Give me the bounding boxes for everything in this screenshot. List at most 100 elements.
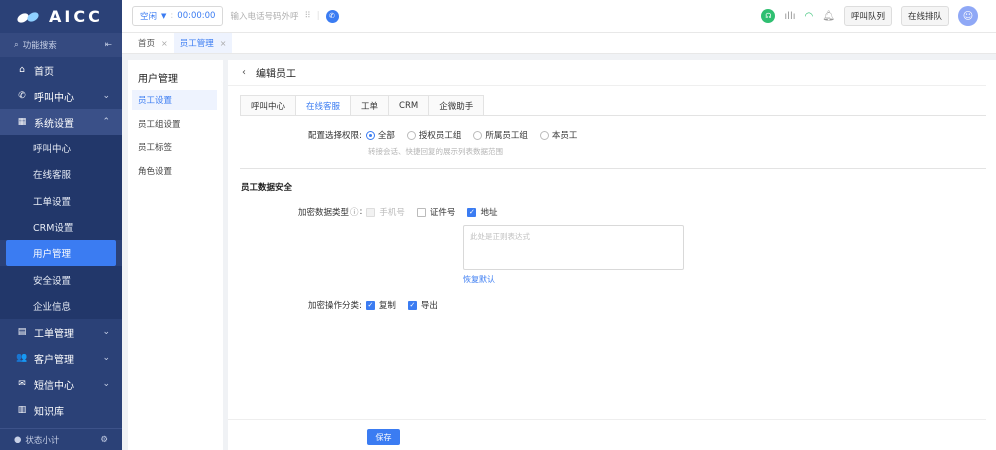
radio-self[interactable]: 本员工 — [539, 129, 577, 141]
status-dot-icon: ● — [14, 434, 22, 445]
menu-system-settings[interactable]: ▦ 系统设置 ⌃ — [0, 109, 122, 135]
headset-icon[interactable]: ☊ — [761, 9, 776, 23]
close-icon[interactable]: × — [220, 39, 227, 48]
dial-call-icon[interactable]: ✆ — [325, 9, 339, 23]
tabs-divider — [240, 115, 986, 116]
subnav-item-staff-tags[interactable]: 员工标签 — [128, 137, 223, 157]
dial-input[interactable]: 输入电话号码外呼 ⠿ | ✆ — [230, 6, 339, 26]
tab-crm[interactable]: CRM — [388, 95, 430, 116]
checkbox-address[interactable]: ✓ 地址 — [467, 206, 497, 218]
sub-item-online-service[interactable]: 在线客服 — [0, 161, 122, 188]
chevron-up-icon: ⌃ — [102, 117, 110, 127]
checkbox-copy[interactable]: ✓ 复制 — [365, 299, 396, 311]
menu-ticket-management-label: 工单管理 — [34, 328, 74, 340]
function-search-label: 功能搜索 — [22, 41, 57, 51]
chevron-down-icon: ⌄ — [102, 91, 110, 101]
subnav-item-staff-group-settings[interactable]: 员工组设置 — [128, 114, 223, 134]
menu-customer-management[interactable]: 👥 客户管理 ⌄ — [0, 345, 122, 371]
agent-status-select[interactable]: 空闲 ▼ : 00:00:00 — [132, 6, 224, 26]
status-summary[interactable]: ● 状态小计 ⚙ — [0, 428, 122, 450]
menu-ticket-management[interactable]: ▤ 工单管理 ⌄ — [0, 319, 122, 345]
tab-wecom-assistant[interactable]: 企微助手 — [428, 95, 485, 116]
agent-status-value: 空闲 — [140, 12, 158, 22]
keypad-icon[interactable]: ⠿ — [304, 11, 310, 21]
radio-all-label: 全部 — [377, 131, 395, 141]
section-title: 员工数据安全 — [241, 183, 293, 193]
home-icon: ⌂ — [19, 65, 25, 75]
radio-all[interactable]: 全部 — [365, 129, 395, 141]
collapse-toggle-icon[interactable]: ⇤ — [105, 40, 112, 50]
info-icon: ⓘ — [350, 208, 359, 218]
menu-sms-center[interactable]: ✉ 短信中心 ⌄ — [0, 371, 122, 397]
radio-authorized-group-dot — [406, 130, 416, 140]
gear-icon[interactable]: ⚙ — [100, 435, 108, 445]
sub-item-crm-settings[interactable]: CRM设置 — [0, 213, 122, 241]
call-queue-button[interactable]: 呼叫队列 — [843, 6, 892, 26]
chevron-down-icon: ⌄ — [102, 379, 110, 390]
edit-staff-panel: ‹ 编辑员工 呼叫中心 在线客服 工单 CRM 企微助手 配置选择权限: 全部 … — [228, 60, 996, 450]
subnav-item-role-settings[interactable]: 角色设置 — [128, 161, 223, 181]
checkbox-phone-box — [366, 207, 376, 217]
radio-authorized-group-label: 授权员工组 — [418, 131, 462, 141]
back-arrow-icon[interactable]: ‹ — [242, 67, 246, 78]
radio-own-group[interactable]: 所属员工组 — [473, 129, 528, 141]
book-icon: ▥ — [17, 405, 27, 416]
sub-item-security-settings[interactable]: 安全设置 — [0, 266, 122, 293]
menu-home-label: 首页 — [34, 66, 54, 78]
check-icon: ✓ — [467, 207, 477, 217]
tab-call-center[interactable]: 呼叫中心 — [240, 95, 297, 116]
checkbox-copy-label: 复制 — [378, 301, 396, 311]
menu-knowledge-base[interactable]: ▥ 知识库 — [0, 397, 122, 423]
page-tab-home-label: 首页 — [138, 39, 156, 49]
chevron-down-icon: ⌄ — [102, 327, 110, 338]
sub-item-ticket-settings[interactable]: 工单设置 — [0, 187, 122, 214]
avatar[interactable]: ☺ — [958, 6, 978, 26]
restore-default-link[interactable]: 恢复默认 — [463, 274, 495, 285]
checkbox-id-number[interactable]: 证件号 — [416, 206, 456, 218]
checkbox-id-number-label: 证件号 — [429, 208, 456, 218]
audio-wave-icon[interactable]: ıllı — [784, 11, 795, 22]
function-search[interactable]: ⌕ 功能搜索 ⇤ — [0, 33, 122, 57]
sub-item-company-info[interactable]: 企业信息 — [0, 292, 122, 320]
menu-customer-management-label: 客户管理 — [34, 354, 74, 366]
page-tab-home[interactable]: 首页 × — [132, 33, 174, 53]
regex-textarea[interactable]: 此处是正则表达式 — [463, 225, 684, 270]
page-tab-staff-management[interactable]: 员工管理 × — [173, 33, 233, 53]
menu-knowledge-base-label: 知识库 — [34, 406, 64, 418]
chevron-down-icon: ⌄ — [102, 353, 110, 364]
checkbox-export[interactable]: ✓ 导出 — [407, 299, 438, 311]
checkbox-export-label: 导出 — [420, 301, 438, 311]
regex-placeholder: 此处是正则表达式 — [470, 232, 530, 241]
close-icon[interactable]: × — [161, 39, 168, 48]
radio-authorized-group[interactable]: 授权员工组 — [406, 129, 462, 141]
wifi-icon[interactable]: ◠ — [805, 11, 814, 22]
check-icon: ✓ — [365, 300, 375, 310]
sub-item-call-center[interactable]: 呼叫中心 — [0, 135, 122, 162]
phone-icon: ✆ — [18, 91, 26, 101]
menu-home[interactable]: ⌂ 首页 — [0, 57, 122, 83]
page-tabs: 首页 × 员工管理 × — [122, 33, 996, 54]
bell-icon[interactable]: 🔔︎ — [822, 11, 835, 22]
radio-all-dot — [365, 130, 375, 140]
subnav-item-staff-settings[interactable]: 员工设置 — [132, 90, 217, 110]
encrypt-type-colon: : — [359, 207, 363, 217]
menu-call-center[interactable]: ✆ 呼叫中心 ⌄ — [0, 83, 122, 109]
top-right-tools: ☊ ıllı ◠ 🔔︎ 呼叫队列 在线排队 ☺ — [761, 6, 996, 26]
status-summary-label: 状态小计 — [25, 435, 60, 446]
permission-label: 配置选择权限: — [308, 131, 362, 141]
checkbox-address-label: 地址 — [480, 208, 498, 218]
encrypt-type-row: 加密数据类型 ⓘ : 手机号 证件号 ✓ 地址 — [298, 206, 509, 218]
menu-system-settings-label: 系统设置 — [34, 118, 74, 130]
sub-item-user-management[interactable]: 用户管理 — [6, 240, 116, 267]
page-title: 编辑员工 — [256, 69, 296, 80]
logo-icon — [17, 11, 39, 23]
tab-online-service[interactable]: 在线客服 — [295, 95, 352, 116]
online-queue-button[interactable]: 在线排队 — [900, 6, 949, 26]
save-button[interactable]: 保存 — [367, 429, 400, 445]
tab-ticket[interactable]: 工单 — [350, 95, 390, 116]
permission-hint: 转接会话、快捷回复的展示列表数据范围 — [368, 147, 503, 156]
checkbox-phone[interactable]: 手机号 — [366, 206, 405, 218]
radio-self-dot — [539, 130, 549, 140]
radio-own-group-dot — [473, 130, 483, 140]
content-tabs: 呼叫中心 在线客服 工单 CRM 企微助手 — [240, 95, 485, 116]
